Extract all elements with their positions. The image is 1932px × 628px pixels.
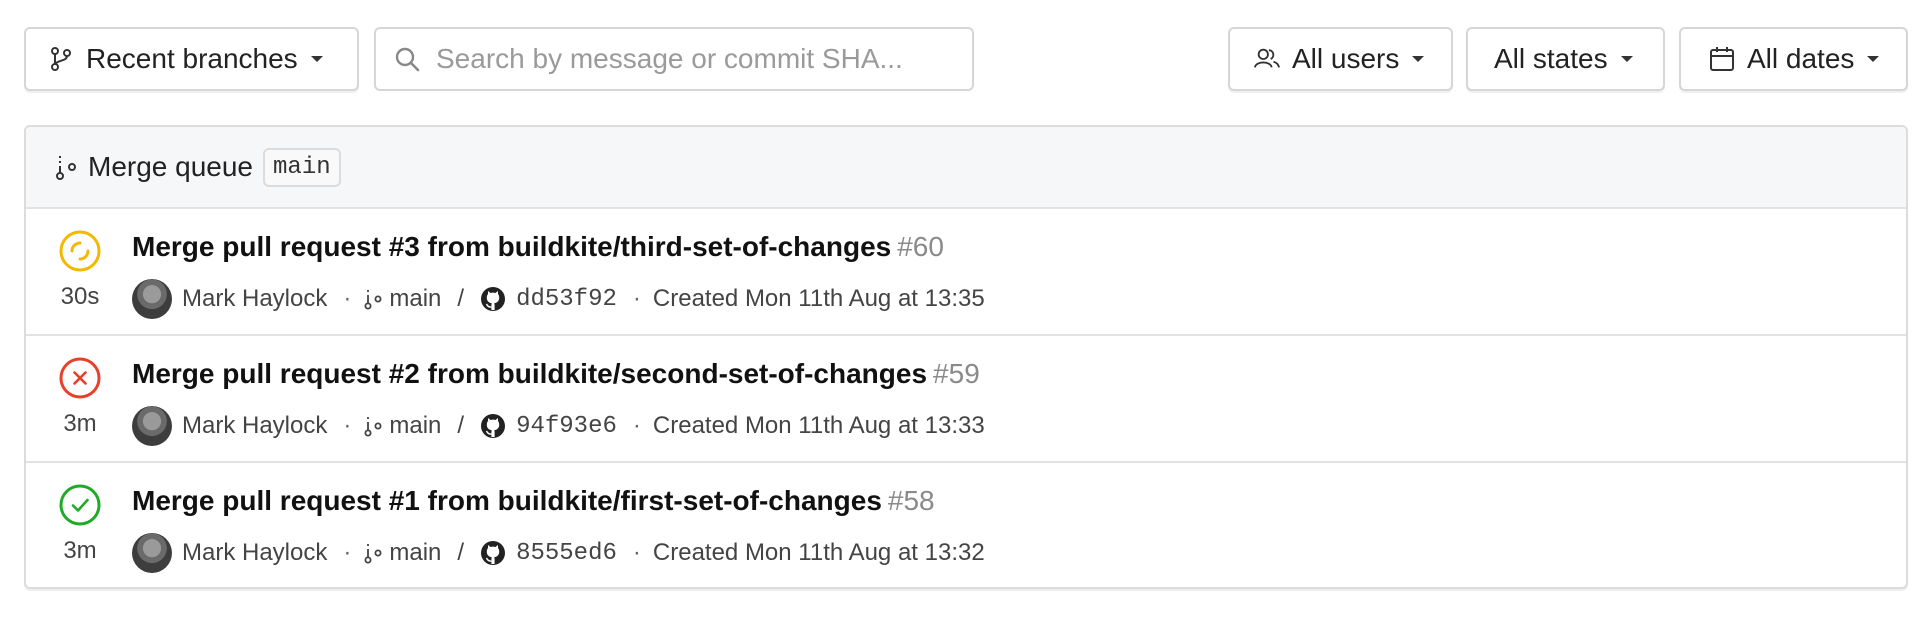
avatar: [132, 533, 172, 573]
build-author: Mark Haylock: [182, 539, 328, 566]
build-meta: Mark Haylock · main /: [132, 406, 985, 446]
build-author: Mark Haylock: [182, 412, 328, 439]
merge-queue-icon: [54, 153, 78, 181]
branch-icon: [363, 287, 383, 311]
build-row[interactable]: 3m Merge pull request #2 from buildkite/…: [26, 336, 1906, 463]
merge-queue-panel: Merge queue main 30s Merge pull request …: [24, 125, 1908, 589]
build-number: #59: [933, 358, 980, 389]
calendar-icon: [1709, 46, 1735, 72]
github-icon: [480, 540, 506, 566]
commit-sha[interactable]: dd53f92: [516, 286, 617, 313]
avatar: [132, 279, 172, 319]
git-branch-icon: [48, 46, 74, 72]
builds-page: Recent branches Search by message or com…: [0, 0, 1932, 628]
build-duration: 3m: [63, 537, 97, 564]
all-states-label: All states: [1494, 43, 1608, 74]
build-meta: Mark Haylock · main /: [132, 533, 985, 573]
separator-dot: ·: [632, 539, 641, 566]
created-time: Created Mon 11th Aug at 13:32: [652, 539, 985, 566]
users-icon: [1254, 46, 1280, 72]
build-branch[interactable]: main: [389, 539, 441, 567]
build-meta: Mark Haylock · main /: [132, 279, 985, 319]
failed-status-icon: [58, 356, 102, 400]
separator-dot: ·: [343, 539, 352, 566]
commit-sha[interactable]: 8555ed6: [516, 540, 617, 567]
recent-branches-button[interactable]: Recent branches: [24, 27, 359, 91]
search-input[interactable]: [434, 42, 958, 76]
separator-dot: ·: [343, 285, 352, 312]
build-branch[interactable]: main: [389, 412, 441, 440]
filter-toolbar: Recent branches Search by message or com…: [24, 27, 1908, 93]
separator-dot: ·: [632, 285, 641, 312]
separator-dot: ·: [632, 412, 641, 439]
merge-queue-title: Merge queue: [88, 151, 254, 182]
github-icon: [480, 286, 506, 312]
build-branch[interactable]: main: [389, 285, 441, 313]
chevron-down-icon: [1620, 54, 1634, 64]
all-states-button[interactable]: All states: [1466, 27, 1665, 91]
build-title: Merge pull request #1 from buildkite/fir…: [132, 485, 882, 516]
running-status-icon: [58, 229, 102, 273]
build-title-link[interactable]: Merge pull request #3 from buildkite/thi…: [132, 231, 944, 263]
build-duration: 30s: [60, 283, 100, 310]
build-title-link[interactable]: Merge pull request #1 from buildkite/fir…: [132, 485, 935, 517]
github-icon: [480, 413, 506, 439]
created-time: Created Mon 11th Aug at 13:33: [652, 412, 985, 439]
separator-slash: /: [457, 539, 465, 566]
created-time: Created Mon 11th Aug at 13:35: [652, 285, 985, 312]
build-row[interactable]: 30s Merge pull request #3 from buildkite…: [26, 209, 1906, 336]
build-number: #58: [887, 485, 935, 516]
build-title-link[interactable]: Merge pull request #2 from buildkite/sec…: [132, 358, 980, 390]
build-author: Mark Haylock: [182, 285, 328, 312]
build-duration: 3m: [63, 410, 97, 437]
branch-icon: [363, 541, 383, 565]
recent-branches-label: Recent branches: [86, 43, 298, 74]
merge-queue-header: Merge queue main: [26, 127, 1906, 209]
branch-icon: [363, 414, 383, 438]
search-icon: [394, 46, 420, 72]
all-dates-button[interactable]: All dates: [1679, 27, 1908, 91]
chevron-down-icon: [1866, 54, 1880, 64]
all-dates-label: All dates: [1747, 43, 1855, 74]
all-users-label: All users: [1292, 43, 1400, 74]
chevron-down-icon: [1411, 54, 1425, 64]
avatar: [132, 406, 172, 446]
branch-tag: main: [263, 147, 341, 187]
commit-sha[interactable]: 94f93e6: [516, 413, 617, 440]
passed-status-icon: [58, 483, 102, 527]
search-field[interactable]: [374, 27, 974, 91]
chevron-down-icon: [310, 54, 324, 64]
separator-slash: /: [457, 285, 465, 312]
separator-slash: /: [457, 412, 465, 439]
build-title: Merge pull request #2 from buildkite/sec…: [132, 358, 928, 389]
build-title: Merge pull request #3 from buildkite/thi…: [132, 231, 892, 262]
separator-dot: ·: [343, 412, 352, 439]
build-number: #60: [897, 231, 944, 262]
build-row[interactable]: 3m Merge pull request #1 from buildkite/…: [26, 463, 1906, 587]
all-users-button[interactable]: All users: [1228, 27, 1453, 91]
